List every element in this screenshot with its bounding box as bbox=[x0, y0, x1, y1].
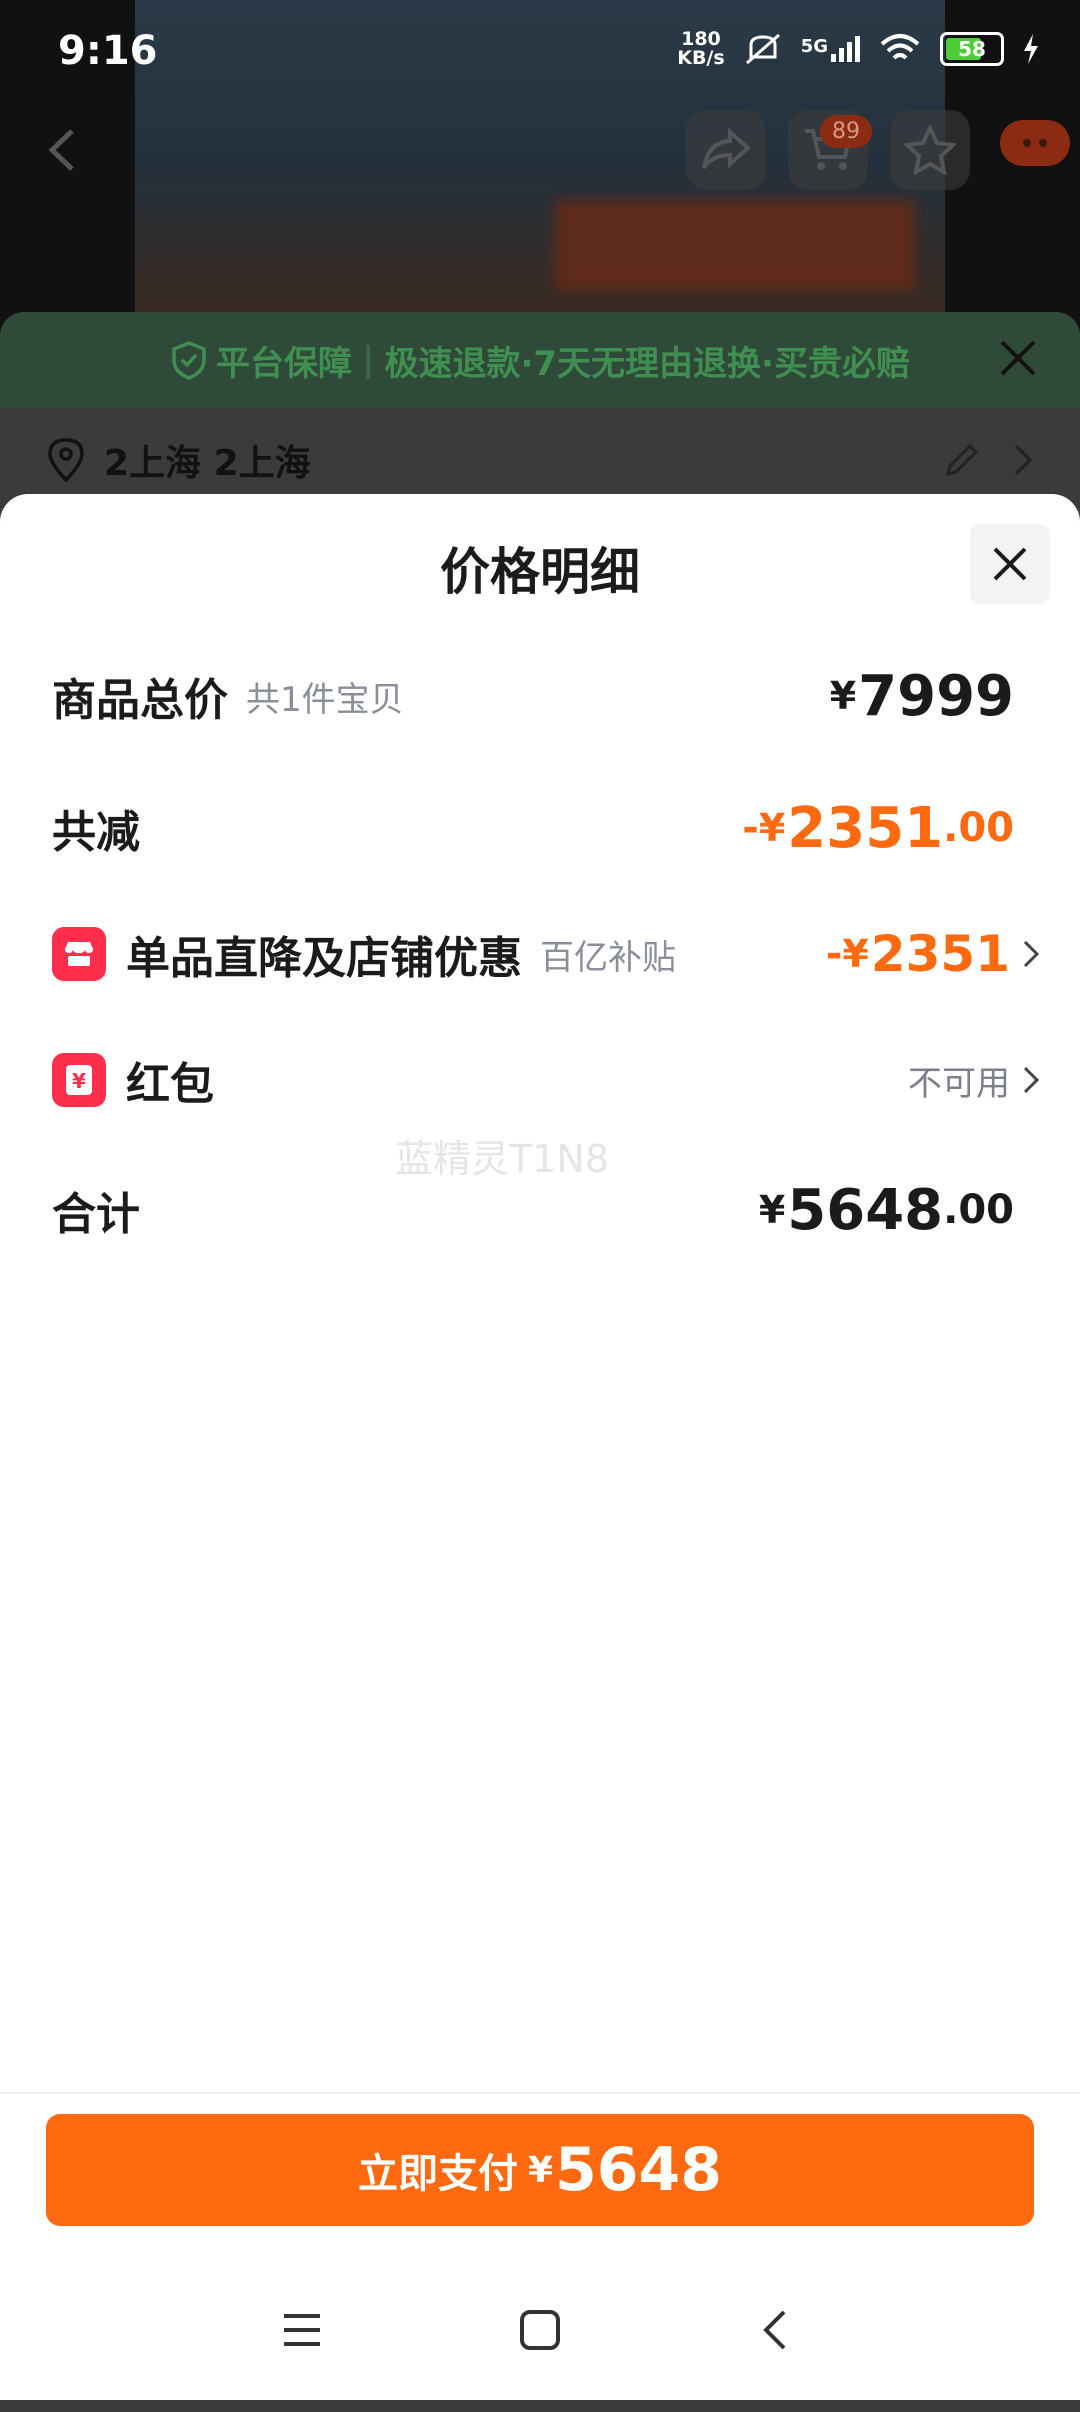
chevron-left-icon bbox=[763, 2310, 786, 2350]
system-nav-bar bbox=[0, 2260, 1080, 2400]
goods-total-row: 商品总价 共1件宝贝 ¥ 7999 bbox=[52, 656, 1040, 736]
svg-text:¥: ¥ bbox=[72, 1069, 86, 1093]
share-icon bbox=[702, 128, 752, 170]
recent-apps-button[interactable] bbox=[272, 2300, 332, 2360]
address-text: 2上海 2上海 bbox=[104, 443, 311, 484]
currency-symbol: ¥ bbox=[842, 932, 869, 976]
total-discount-amount: 2351 bbox=[787, 795, 944, 861]
home-button[interactable] bbox=[510, 2300, 570, 2360]
store-discount-row[interactable]: 单品直降及店铺优惠 百亿补贴 - ¥ 2351 bbox=[52, 914, 1040, 994]
location-pin-icon bbox=[48, 438, 84, 483]
product-top-nav: 89 bbox=[0, 110, 1080, 200]
sheet-close-button[interactable] bbox=[970, 524, 1050, 604]
subsidy-tag: 百亿补贴 bbox=[540, 937, 676, 978]
close-icon bbox=[993, 547, 1027, 581]
back-button[interactable] bbox=[22, 110, 102, 190]
chevron-right-icon bbox=[1023, 940, 1040, 968]
total-discount-row: 共减 - ¥ 2351 .00 bbox=[52, 788, 1040, 868]
chevron-right-icon bbox=[1023, 1066, 1040, 1094]
more-button[interactable] bbox=[1000, 120, 1070, 166]
menu-icon bbox=[284, 2314, 320, 2346]
store-icon bbox=[52, 927, 106, 981]
pay-amount: 5648 bbox=[555, 2135, 723, 2205]
sheet-title: 价格明细 bbox=[440, 543, 640, 601]
red-packet-label: 红包 bbox=[126, 1059, 214, 1110]
cart-count-badge: 89 bbox=[820, 115, 872, 148]
grand-total-decimal: .00 bbox=[943, 1187, 1014, 1233]
currency-symbol: ¥ bbox=[527, 2149, 554, 2191]
home-square-icon bbox=[520, 2310, 560, 2350]
signal-icon: 5G bbox=[801, 36, 860, 62]
status-bar: 9:16 180 KB/s 5G 58 bbox=[0, 0, 1080, 100]
total-discount-decimal: .00 bbox=[943, 805, 1014, 851]
battery-icon: 58 bbox=[940, 32, 1004, 66]
guarantee-close-button[interactable] bbox=[996, 336, 1040, 389]
currency-symbol: ¥ bbox=[758, 806, 786, 850]
pay-now-button[interactable]: 立即支付 ¥ 5648 bbox=[46, 2114, 1034, 2226]
currency-symbol: ¥ bbox=[829, 674, 857, 718]
item-count: 共1件宝贝 bbox=[246, 679, 404, 720]
red-packet-status: 不可用 bbox=[908, 1063, 1010, 1104]
favorite-button[interactable] bbox=[890, 110, 970, 190]
pay-button-label: 立即支付 bbox=[357, 2151, 518, 2197]
mute-icon bbox=[745, 33, 780, 65]
store-discount-label: 单品直降及店铺优惠 bbox=[126, 933, 522, 984]
grand-total-amount: 5648 bbox=[787, 1177, 944, 1243]
goods-total-amount: 7999 bbox=[858, 663, 1014, 729]
edit-icon[interactable] bbox=[942, 440, 982, 480]
watermark: 蓝精灵T1N8 bbox=[395, 1137, 609, 1181]
goods-total-label: 商品总价 bbox=[52, 675, 228, 726]
bottom-divider bbox=[0, 2092, 1080, 2094]
guarantee-title: 平台保障 bbox=[216, 343, 353, 384]
share-button[interactable] bbox=[686, 110, 766, 190]
back-nav-button[interactable] bbox=[745, 2300, 805, 2360]
guarantee-separator: | bbox=[362, 340, 375, 380]
wifi-icon bbox=[880, 34, 920, 60]
red-packet-row[interactable]: ¥ 红包 不可用 bbox=[52, 1040, 1040, 1120]
star-icon bbox=[904, 125, 956, 175]
shield-check-icon bbox=[172, 341, 206, 380]
status-time: 9:16 bbox=[58, 28, 158, 74]
chevron-right-icon bbox=[1014, 444, 1033, 476]
network-speed: 180 KB/s bbox=[677, 28, 725, 69]
red-packet-icon: ¥ bbox=[52, 1053, 106, 1107]
charging-icon bbox=[1024, 34, 1038, 64]
total-discount-label: 共减 bbox=[52, 807, 140, 858]
minus-sign: - bbox=[825, 931, 843, 977]
guarantee-text: 极速退款·7天无理由退换·买贵必赔 bbox=[384, 343, 910, 384]
chevron-left-icon bbox=[48, 129, 74, 171]
currency-symbol: ¥ bbox=[758, 1188, 786, 1232]
store-discount-amount: 2351 bbox=[870, 925, 1010, 983]
grand-total-label: 合计 bbox=[52, 1189, 140, 1240]
close-icon bbox=[1000, 340, 1036, 376]
status-icons: 180 KB/s 5G 58 bbox=[677, 30, 1040, 68]
minus-sign: - bbox=[742, 805, 759, 851]
platform-guarantee-bar: 平台保障 | 极速退款·7天无理由退换·买贵必赔 bbox=[0, 312, 1080, 408]
